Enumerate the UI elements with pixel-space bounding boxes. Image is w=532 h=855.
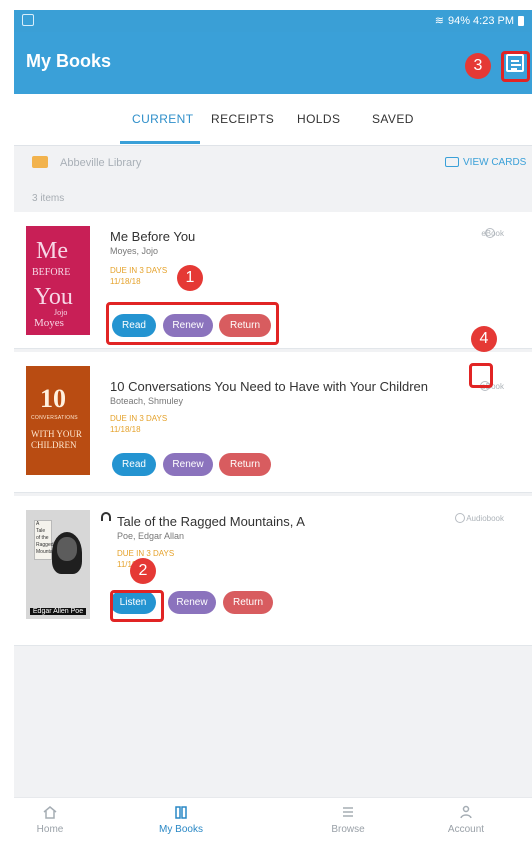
status-bar: ≋ 94% 4:23 PM — [14, 10, 532, 32]
page-title: My Books — [26, 51, 112, 71]
annotation-box-4 — [469, 363, 493, 388]
cover-1-jojo: Jojo — [54, 308, 68, 317]
tab-bar: CURRENT RECEIPTS HOLDS SAVED — [14, 94, 532, 146]
app-bar: My Books — [14, 32, 532, 94]
book-format-1: eBook — [481, 229, 504, 238]
annotation-badge-2: 2 — [130, 558, 156, 584]
book-due-3: DUE IN 3 DAYS — [117, 549, 175, 558]
battery-icon — [518, 15, 524, 26]
tab-saved[interactable]: SAVED — [372, 112, 414, 126]
active-tab-indicator — [120, 141, 200, 144]
nav-home[interactable]: Home — [15, 804, 85, 835]
cover-2-children: CHILDREN — [31, 440, 77, 450]
cover-3-line-3: of the — [36, 535, 49, 541]
nav-account[interactable]: Account — [431, 804, 501, 835]
items-count: 3 items — [32, 193, 65, 204]
book-date-1: 11/18/18 — [110, 277, 141, 286]
cover-1-me: Me — [36, 238, 68, 264]
renew-button-3[interactable]: Renew — [168, 591, 216, 614]
book-due-2: DUE IN 3 DAYS — [110, 414, 168, 423]
return-button-3[interactable]: Return — [223, 591, 273, 614]
tab-holds[interactable]: HOLDS — [297, 112, 340, 126]
annotation-badge-1: 1 — [177, 265, 203, 291]
book-cover-2: 10 CONVERSATIONS WITH YOUR CHILDREN — [26, 366, 90, 475]
cover-1-moyes: Moyes — [34, 317, 64, 329]
nav-my-books[interactable]: My Books — [146, 804, 216, 835]
nav-browse[interactable]: Browse — [313, 804, 383, 835]
annotation-box-2 — [110, 590, 164, 622]
book-author-3: Poe, Edgar Allan — [117, 531, 185, 541]
library-row: Abbeville Library VIEW CARDS — [14, 146, 532, 178]
cover-1-you: You — [34, 284, 73, 310]
return-button-2[interactable]: Return — [219, 453, 271, 476]
annotation-badge-3: 3 — [465, 53, 491, 79]
cover-2-conversations: CONVERSATIONS — [31, 415, 78, 421]
headphones-icon — [101, 512, 111, 521]
book-cover-1: Me BEFORE You Jojo Moyes — [26, 226, 90, 335]
status-right: ≋ 94% 4:23 PM — [435, 14, 524, 27]
app-screen: ≋ 94% 4:23 PM My Books CURRENT RECEIPTS … — [14, 10, 532, 855]
account-icon — [460, 805, 472, 819]
book-title-3: Tale of the Ragged Mountains, A — [117, 514, 305, 529]
read-button-2[interactable]: Read — [112, 453, 156, 476]
audiobook-icon — [455, 513, 465, 523]
book-date-2: 11/18/18 — [110, 425, 141, 434]
book-author-1: Moyes, Jojo — [110, 246, 159, 256]
cover-2-with-your: WITH YOUR — [31, 429, 82, 439]
cover-3-line-2: Tale — [36, 528, 46, 534]
book-cover-3: A Tale of the Ragged Mountains Edgar All… — [26, 510, 90, 619]
book-card-3[interactable]: A Tale of the Ragged Mountains Edgar All… — [14, 496, 532, 646]
gallery-icon — [22, 14, 34, 26]
nav-home-label: Home — [36, 824, 64, 835]
screenshot-frame: ≋ 94% 4:23 PM My Books CURRENT RECEIPTS … — [0, 0, 532, 855]
bottom-navigation: Home My Books Browse Account — [14, 797, 532, 855]
renew-button-2[interactable]: Renew — [163, 453, 213, 476]
book-format-3: Audiobook — [466, 514, 504, 523]
nav-browse-label: Browse — [331, 824, 365, 835]
status-text: 94% 4:23 PM — [447, 14, 514, 27]
cover-3-line-1: A — [36, 521, 40, 527]
nav-account-label: Account — [447, 824, 485, 835]
annotation-box-1 — [106, 302, 279, 345]
book-title-2: 10 Conversations You Need to Have with Y… — [110, 379, 428, 394]
cover-1-before: BEFORE — [32, 267, 71, 278]
cover-3-face — [57, 537, 77, 561]
card-icon — [445, 157, 459, 167]
wifi-icon: ≋ — [434, 15, 444, 27]
annotation-badge-4: 4 — [471, 326, 497, 352]
book-author-2: Boteach, Shmuley — [110, 396, 184, 406]
book-title-1: Me Before You — [110, 229, 196, 244]
list-icon — [343, 807, 353, 817]
book-icon — [175, 806, 187, 819]
cover-2-ten: 10 — [40, 384, 66, 413]
home-icon — [43, 806, 57, 819]
tab-current[interactable]: CURRENT — [132, 112, 193, 126]
nav-my-books-label: My Books — [159, 824, 203, 835]
annotation-box-3 — [501, 51, 530, 82]
tab-receipts[interactable]: RECEIPTS — [211, 112, 274, 126]
library-icon — [32, 156, 48, 168]
cover-3-author-band: Edgar Allen Poe — [30, 608, 86, 615]
book-due-1: DUE IN 3 DAYS — [110, 266, 168, 275]
cover-3-line-4: Ragged — [36, 542, 54, 548]
library-name: Abbeville Library — [60, 157, 142, 169]
view-cards-link[interactable]: VIEW CARDS — [463, 157, 526, 168]
book-card-2[interactable]: 10 CONVERSATIONS WITH YOUR CHILDREN 10 C… — [14, 352, 532, 493]
